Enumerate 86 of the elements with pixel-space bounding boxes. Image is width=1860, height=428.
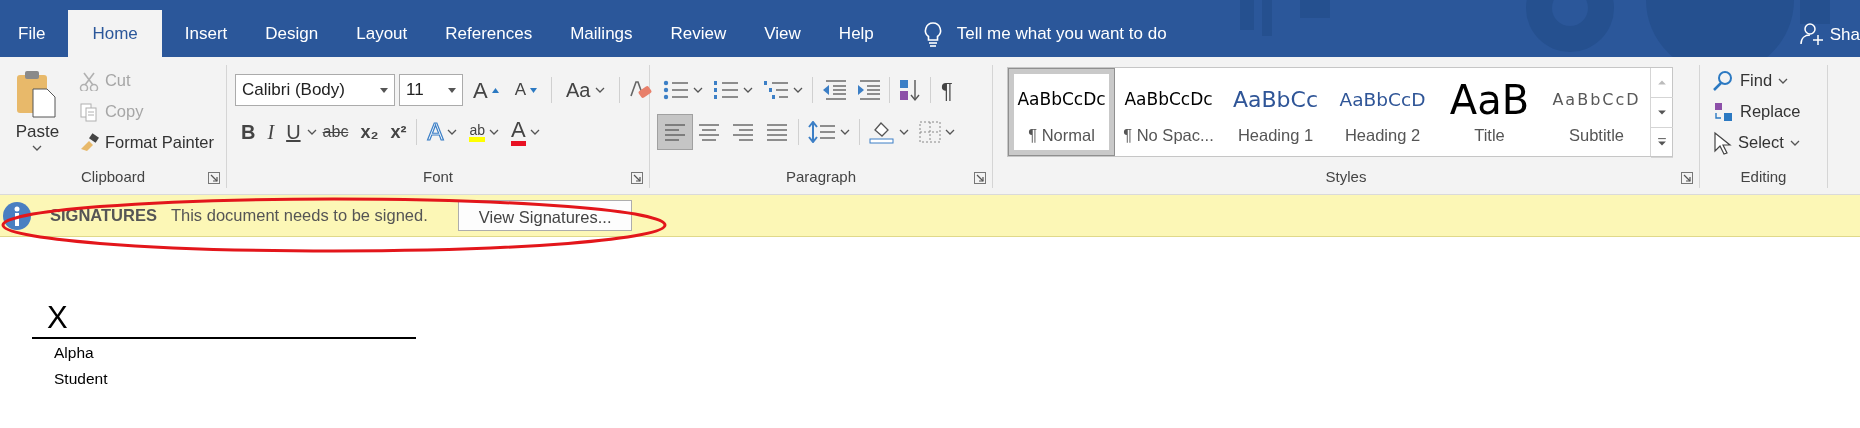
copy-icon	[78, 101, 99, 122]
ribbon-tab[interactable]: Mailings	[551, 10, 652, 57]
caret-icon[interactable]	[793, 87, 803, 93]
magnifier-icon	[1712, 69, 1734, 92]
highlight-button[interactable]: ab	[463, 115, 505, 149]
bold-button[interactable]: B	[235, 115, 262, 149]
decrease-indent-icon	[822, 80, 846, 100]
font-color-button[interactable]: A	[505, 115, 546, 149]
caret-icon[interactable]	[32, 144, 43, 151]
add-person-icon[interactable]	[1799, 22, 1824, 47]
style-item[interactable]: AaBbCcDc ¶ Normal	[1008, 68, 1115, 156]
lightbulb-icon	[922, 20, 943, 47]
replace-icon	[1712, 100, 1734, 123]
info-icon	[2, 200, 32, 231]
ribbon-tab[interactable]: Design	[246, 10, 338, 57]
superscript-button[interactable]: x²	[384, 115, 413, 149]
dialog-launcher-icon[interactable]	[974, 172, 986, 184]
align-left-icon	[663, 122, 687, 142]
ribbon-tab[interactable]: Insert	[165, 10, 247, 57]
ribbon-tab[interactable]: File	[0, 10, 65, 57]
group-label: Editing	[1740, 167, 1787, 187]
caret-icon[interactable]	[447, 129, 458, 135]
show-formatting-button[interactable]: ¶	[935, 73, 959, 107]
numbering-icon	[713, 80, 739, 100]
ribbon-tab[interactable]: Help	[819, 10, 893, 57]
shading-icon	[869, 120, 895, 144]
italic-button[interactable]: I	[261, 115, 281, 149]
replace-button[interactable]: Replace	[1708, 96, 1805, 127]
caret-icon[interactable]	[743, 87, 753, 93]
signer-name: Alpha	[53, 343, 95, 363]
caret-icon[interactable]	[945, 129, 955, 135]
ribbon-tab[interactable]: Layout	[337, 10, 427, 57]
signature-mark: X	[46, 302, 69, 333]
view-signatures-button[interactable]: View Signatures...	[457, 200, 633, 231]
strikethrough-button[interactable]: abc	[316, 115, 355, 149]
cursor-icon	[1712, 130, 1732, 155]
bullets-icon	[663, 80, 689, 100]
ribbon-tab[interactable]: References	[426, 10, 552, 57]
dialog-launcher-icon[interactable]	[1681, 172, 1693, 184]
ribbon-tab[interactable]: Review	[651, 10, 746, 57]
align-right-icon	[731, 122, 755, 142]
caret-icon[interactable]	[529, 129, 540, 135]
shrink-font-button[interactable]: A	[508, 73, 544, 107]
ribbon-tab[interactable]: Home	[68, 10, 162, 57]
up-triangle-icon	[491, 87, 499, 93]
subscript-button[interactable]: x₂	[354, 115, 385, 149]
font-size-field[interactable]: 11	[399, 74, 463, 106]
group-label: Clipboard	[80, 167, 146, 187]
group-label: Styles	[1325, 167, 1367, 187]
dialog-launcher-icon[interactable]	[208, 172, 220, 184]
caret-icon[interactable]	[306, 129, 317, 135]
scissors-icon	[78, 70, 99, 91]
group-label: Paragraph	[785, 167, 857, 187]
message-text: This document needs to be signed.	[170, 205, 428, 227]
borders-icon	[919, 121, 941, 143]
sort-icon	[899, 78, 921, 102]
ribbon-tab[interactable]: View	[745, 10, 820, 57]
change-case-button[interactable]: Aa	[560, 73, 611, 107]
multilevel-list-icon	[763, 80, 789, 100]
grow-font-button[interactable]: A	[467, 73, 505, 107]
caret-icon[interactable]	[1789, 139, 1800, 146]
message-title: SIGNATURES	[50, 205, 157, 227]
caret-icon[interactable]	[594, 87, 605, 93]
group-label: Font	[423, 167, 453, 187]
caret-icon[interactable]	[840, 129, 850, 135]
account-name[interactable]: Sha	[1829, 21, 1860, 47]
caret-icon[interactable]	[693, 87, 703, 93]
paste-button[interactable]: Paste	[8, 65, 67, 166]
signer-title: Student	[53, 369, 109, 389]
down-triangle-icon	[530, 87, 538, 93]
select-button[interactable]: Select	[1708, 127, 1805, 158]
font-name-field[interactable]: Calibri (Body)	[235, 74, 395, 106]
dropdown-arrow-icon[interactable]	[380, 87, 388, 93]
underline-button[interactable]: U	[280, 115, 307, 149]
dropdown-arrow-icon[interactable]	[448, 87, 456, 93]
dialog-launcher-icon[interactable]	[631, 172, 643, 184]
increase-indent-icon	[856, 80, 880, 100]
clipboard-button[interactable]: Format Painter	[74, 127, 218, 158]
align-justify-icon	[765, 122, 789, 142]
caret-icon[interactable]	[899, 129, 909, 135]
caret-icon[interactable]	[1778, 77, 1789, 84]
caret-icon[interactable]	[489, 129, 499, 135]
find-button[interactable]: Find	[1708, 65, 1805, 96]
tell-me-search[interactable]: Tell me what you want to do	[922, 10, 1167, 57]
line-spacing-icon	[808, 121, 836, 143]
align-center-icon	[697, 122, 721, 142]
